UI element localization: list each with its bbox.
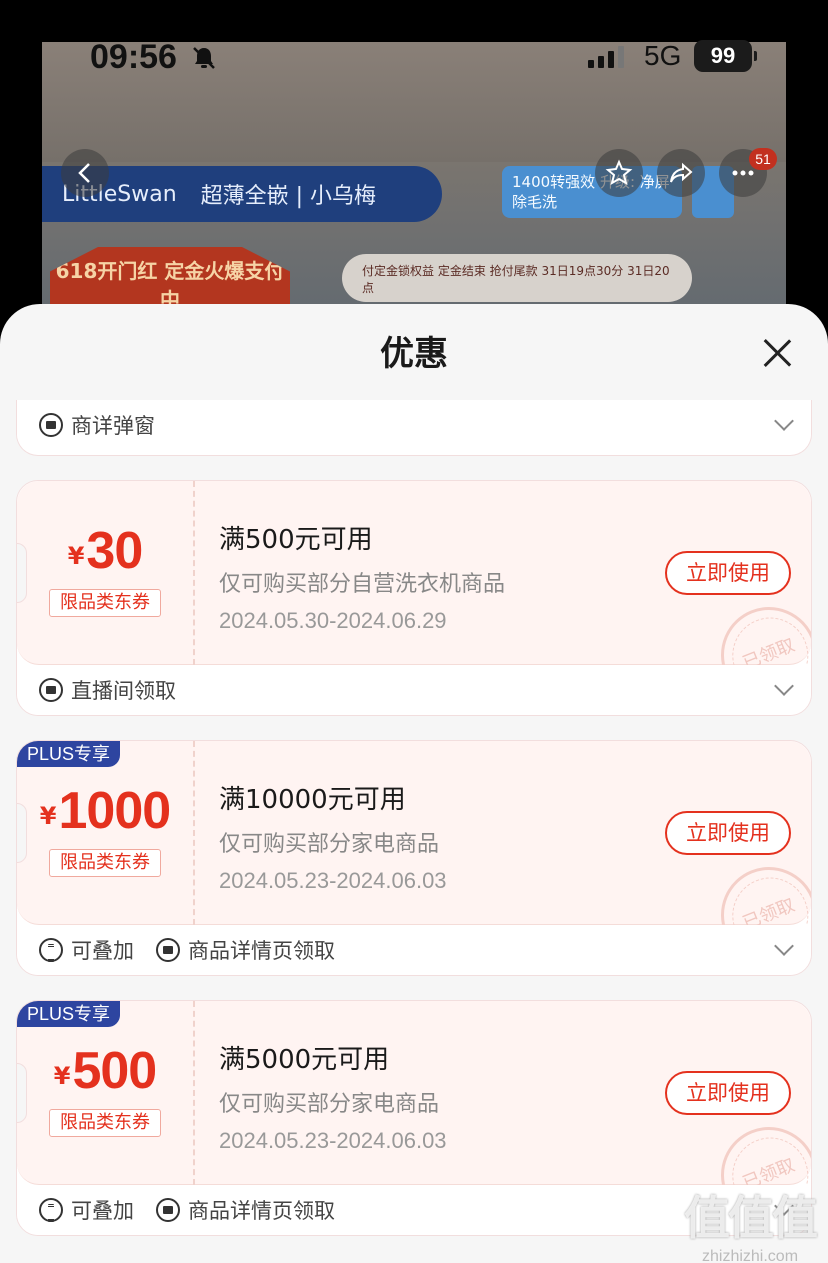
coupon-card-partial: 商详弹窗 xyxy=(16,400,812,456)
brand-text: 超薄全嵌 | 小乌梅 xyxy=(200,184,377,209)
ticket-icon xyxy=(156,1198,180,1222)
amount-value: 500 xyxy=(72,1042,157,1100)
currency-symbol: ¥ xyxy=(67,542,85,570)
coupon-scope: 仅可购买部分家电商品 xyxy=(219,832,440,857)
back-arrow-icon xyxy=(78,163,90,183)
share-icon xyxy=(670,162,693,183)
coupon-amount: ¥1000 xyxy=(17,781,193,841)
watermark-url: zhizhizhi.com xyxy=(701,1248,799,1263)
message-count-badge: 51 xyxy=(749,148,777,170)
coupon-type-tag: 限品类东券 xyxy=(49,1109,161,1137)
signal-icon xyxy=(588,46,624,68)
presale-schedule: 付定金锁权益 定金结束 抢付尾款 31日19点30分 31日20点 xyxy=(342,254,692,302)
battery-indicator: 99 xyxy=(694,40,757,72)
coupon-scope: 仅可购买部分家电商品 xyxy=(219,1092,440,1117)
source-item: 直播间领取 xyxy=(39,675,176,705)
currency-symbol: ¥ xyxy=(39,802,57,830)
stackable-item: 可叠加 xyxy=(39,935,134,965)
back-button[interactable] xyxy=(61,149,109,197)
star-icon xyxy=(605,159,633,186)
source-label: 直播间领取 xyxy=(71,679,176,703)
coupon-divider xyxy=(193,741,195,925)
status-time: 09:56 xyxy=(90,38,177,76)
use-now-button[interactable]: 立即使用 xyxy=(665,811,791,855)
share-button[interactable] xyxy=(657,149,705,197)
stackable-label: 可叠加 xyxy=(71,939,134,963)
coupon-card: ¥30 限品类东券 满500元可用 仅可购买部分自营洗衣机商品 2024.05.… xyxy=(16,480,812,716)
coupon-type-tag: 限品类东券 xyxy=(49,849,161,877)
coupon-condition: 满5000元可用 xyxy=(219,1045,390,1075)
ticket-icon xyxy=(39,413,63,437)
coupon-amount: ¥30 xyxy=(17,521,193,581)
coupon-divider xyxy=(193,1001,195,1185)
coupon-condition: 满10000元可用 xyxy=(219,785,406,815)
coupon-scope: 仅可购买部分自营洗衣机商品 xyxy=(219,572,506,597)
coupon-amount: ¥500 xyxy=(17,1041,193,1101)
stack-icon xyxy=(39,938,63,962)
coupon-footer[interactable]: 可叠加 商品详情页领取 xyxy=(17,925,811,975)
coupon-info: 满5000元可用 仅可购买部分家电商品 2024.05.23-2024.06.0… xyxy=(219,1039,447,1154)
coupon-sheet: 优惠 商详弹窗 ¥30 限品类东券 满500元可用 仅可购买部分自营洗衣机商品 … xyxy=(0,304,828,1263)
ticket-icon xyxy=(156,938,180,962)
source-label: 商品详情页领取 xyxy=(188,939,335,963)
close-icon[interactable] xyxy=(762,338,792,368)
coupon-condition: 满500元可用 xyxy=(219,525,373,555)
coupon-date: 2024.05.30-2024.06.29 xyxy=(219,608,447,633)
promo-badge: 1400转强效 升级: 净屏除毛洗 xyxy=(502,166,682,218)
coupon-info: 满10000元可用 仅可购买部分家电商品 2024.05.23-2024.06.… xyxy=(219,779,447,894)
chevron-down-icon[interactable] xyxy=(774,936,794,956)
coupon-type-tag: 限品类东券 xyxy=(49,589,161,617)
source-label: 商品详情页领取 xyxy=(188,1199,335,1223)
chevron-down-icon[interactable] xyxy=(774,411,794,431)
coupon-body: PLUS专享 ¥500 限品类东券 满5000元可用 仅可购买部分家电商品 20… xyxy=(17,1001,811,1235)
plus-exclusive-badge: PLUS专享 xyxy=(17,1001,121,1027)
coupon-body: ¥30 限品类东券 满500元可用 仅可购买部分自营洗衣机商品 2024.05.… xyxy=(17,481,811,715)
sheet-title: 优惠 xyxy=(380,334,448,374)
use-now-button[interactable]: 立即使用 xyxy=(665,1071,791,1115)
stackable-label: 可叠加 xyxy=(71,1199,134,1223)
source-label: 商详弹窗 xyxy=(71,414,155,438)
coupon-card: PLUS专享 ¥1000 限品类东券 满10000元可用 仅可购买部分家电商品 … xyxy=(16,740,812,976)
network-type: 5G xyxy=(644,40,682,71)
coupon-footer[interactable]: 直播间领取 xyxy=(17,665,811,715)
bell-slash-icon xyxy=(193,47,215,69)
stackable-item: 可叠加 xyxy=(39,1195,134,1225)
site-watermark: 值值值 zhizhizhi.com xyxy=(676,1182,824,1263)
favorite-button[interactable] xyxy=(595,149,643,197)
source-item: 商详弹窗 xyxy=(39,410,155,440)
chevron-down-icon[interactable] xyxy=(774,676,794,696)
stack-icon xyxy=(39,1198,63,1222)
source-item: 商品详情页领取 xyxy=(156,935,335,965)
coupon-info: 满500元可用 仅可购买部分自营洗衣机商品 2024.05.30-2024.06… xyxy=(219,519,505,634)
currency-symbol: ¥ xyxy=(53,1062,71,1090)
watermark-logo: 值值值 xyxy=(684,1191,818,1245)
coupon-divider xyxy=(193,481,195,665)
amount-value: 30 xyxy=(86,522,143,580)
status-bar: 09:56 5G 99 xyxy=(42,38,786,78)
ticket-icon xyxy=(39,678,63,702)
plus-exclusive-badge: PLUS专享 xyxy=(17,741,121,767)
amount-value: 1000 xyxy=(58,782,172,840)
source-item: 商品详情页领取 xyxy=(156,1195,335,1225)
coupon-footer[interactable]: 商详弹窗 xyxy=(17,400,811,450)
use-now-button[interactable]: 立即使用 xyxy=(665,551,791,595)
coupon-list: 商详弹窗 ¥30 限品类东券 满500元可用 仅可购买部分自营洗衣机商品 202… xyxy=(16,400,812,1260)
coupon-body: PLUS专享 ¥1000 限品类东券 满10000元可用 仅可购买部分家电商品 … xyxy=(17,741,811,975)
coupon-date: 2024.05.23-2024.06.03 xyxy=(219,868,447,893)
coupon-date: 2024.05.23-2024.06.03 xyxy=(219,1128,447,1153)
